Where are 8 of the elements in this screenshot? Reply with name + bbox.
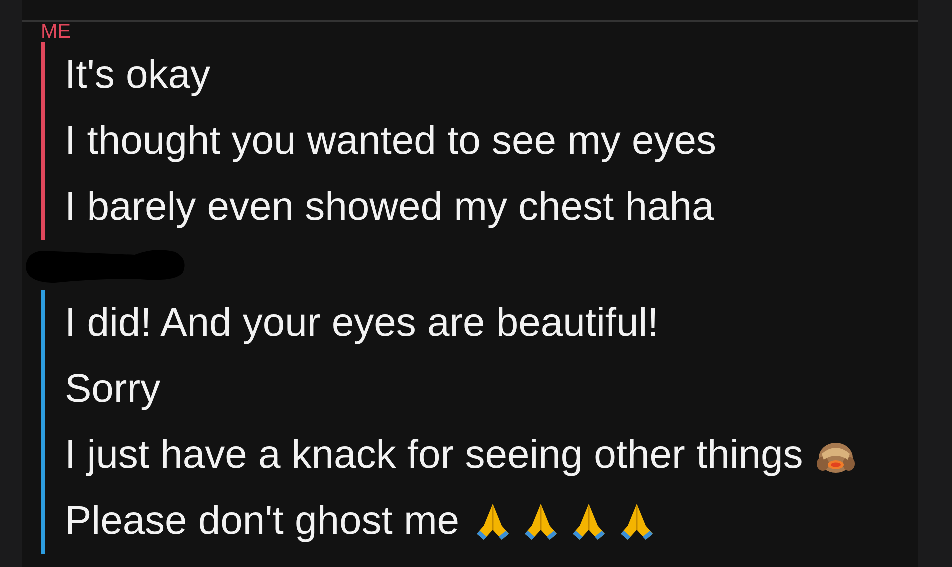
message-text: I did! And your eyes are beautiful! — [65, 300, 659, 347]
message-text: It's okay — [65, 52, 210, 99]
message-text: I barely even showed my chest haha — [65, 184, 714, 231]
sender-name: ME — [41, 22, 71, 42]
message-text: Sorry — [65, 366, 161, 413]
message-text: I thought you wanted to see my eyes — [65, 118, 717, 165]
message-text: Please don't ghost me — [65, 498, 460, 545]
message-text: I just have a knack for seeing other things — [65, 432, 804, 479]
